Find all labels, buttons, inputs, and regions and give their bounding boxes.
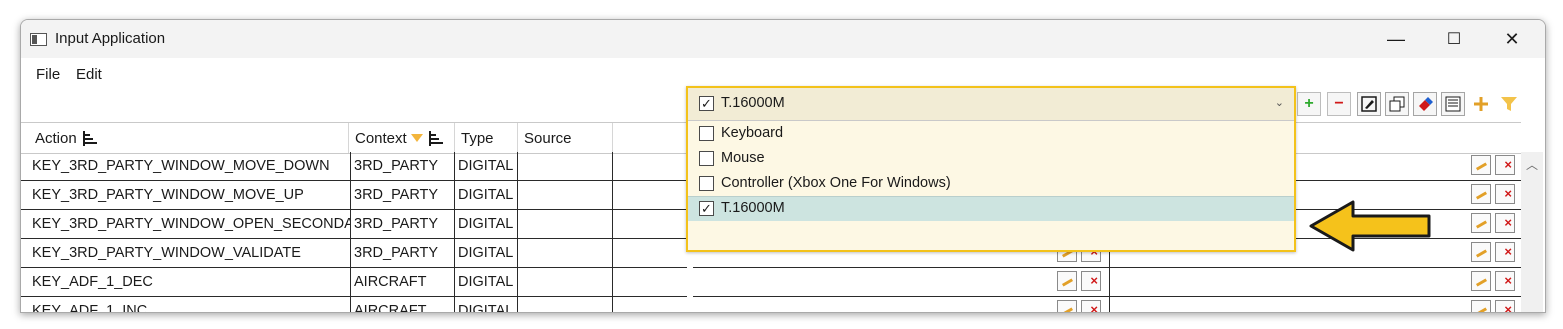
menu-edit[interactable]: Edit xyxy=(76,66,102,83)
edit-binding-icon[interactable] xyxy=(1057,300,1077,312)
header-source[interactable]: Source xyxy=(518,123,613,153)
cell-context[interactable]: 3RD_PARTY xyxy=(351,210,455,238)
minimize-button[interactable]: — xyxy=(1373,20,1419,58)
cell-context[interactable]: 3RD_PARTY xyxy=(351,152,455,180)
checkbox-icon[interactable]: ✓ xyxy=(699,201,714,216)
split-icon[interactable] xyxy=(1469,92,1493,116)
close-button[interactable]: ✕ xyxy=(1489,20,1535,58)
sort-icon[interactable] xyxy=(428,130,445,146)
device-option[interactable]: Controller (Xbox One For Windows) xyxy=(688,171,1294,196)
edit-binding-icon[interactable] xyxy=(1471,271,1491,291)
cell-source[interactable] xyxy=(518,152,613,180)
header-action[interactable]: Action xyxy=(21,123,349,153)
cell-source[interactable] xyxy=(518,297,613,312)
cell-context[interactable]: AIRCRAFT xyxy=(351,297,455,312)
cell-source[interactable] xyxy=(518,210,613,238)
menu-file[interactable]: File xyxy=(36,66,60,83)
table-row[interactable]: KEY_3RD_PARTY_WINDOW_MOVE_DOWN 3RD_PARTY… xyxy=(21,152,687,181)
edit-icon[interactable] xyxy=(1357,92,1381,116)
delete-binding-icon[interactable]: × xyxy=(1495,242,1515,262)
cell-action[interactable]: KEY_3RD_PARTY_WINDOW_VALIDATE xyxy=(29,239,351,267)
edit-binding-icon[interactable] xyxy=(1471,213,1491,233)
toolbar: + − xyxy=(1297,92,1545,120)
delete-binding-icon[interactable]: × xyxy=(1495,271,1515,291)
delete-binding-icon[interactable]: × xyxy=(1495,155,1515,175)
cell-action[interactable]: KEY_3RD_PARTY_WINDOW_MOVE_DOWN xyxy=(29,152,351,180)
list-icon[interactable] xyxy=(1441,92,1465,116)
binding-row[interactable]: × × xyxy=(693,297,1521,312)
cell-type[interactable]: DIGITAL xyxy=(455,239,518,267)
title-bar: Input Application — ☐ ✕ xyxy=(21,20,1545,58)
cell-source[interactable] xyxy=(518,181,613,209)
device-option-selected[interactable]: ✓ T.16000M xyxy=(688,196,1294,221)
edit-binding-icon[interactable] xyxy=(1471,300,1491,312)
copy-icon[interactable] xyxy=(1385,92,1409,116)
header-context-label: Context xyxy=(355,129,407,147)
device-option[interactable]: Keyboard xyxy=(688,121,1294,146)
sort-icon[interactable] xyxy=(82,130,99,146)
cell-source[interactable] xyxy=(518,239,613,267)
binding-row[interactable]: × × xyxy=(693,268,1521,297)
device-option-label: T.16000M xyxy=(721,200,785,216)
edit-binding-icon[interactable] xyxy=(1471,184,1491,204)
pointer-arrow-icon xyxy=(1309,200,1431,252)
app-window: Input Application — ☐ ✕ File Edit Action… xyxy=(20,19,1546,313)
edit-binding-icon[interactable] xyxy=(1471,155,1491,175)
add-icon[interactable]: + xyxy=(1297,92,1321,116)
device-option-label: Keyboard xyxy=(721,125,784,141)
actions-table-header: Action Context Type Source xyxy=(21,122,687,154)
table-row[interactable]: KEY_ADF_1_INC AIRCRAFT DIGITAL xyxy=(21,297,687,312)
cell-action[interactable]: KEY_ADF_1_INC xyxy=(29,297,351,312)
edit-binding-icon[interactable] xyxy=(1057,271,1077,291)
chevron-down-icon[interactable]: ⌄ xyxy=(1275,96,1284,109)
delete-binding-icon[interactable]: × xyxy=(1495,300,1515,312)
checkbox-icon[interactable] xyxy=(699,126,714,141)
header-action-label: Action xyxy=(35,129,77,147)
header-type-label: Type xyxy=(461,129,494,147)
device-selector[interactable]: ✓ T.16000M ⌄ Keyboard Mouse Controller (… xyxy=(686,86,1296,252)
checkbox-icon[interactable]: ✓ xyxy=(699,96,714,111)
device-selector-head[interactable]: ✓ T.16000M ⌄ xyxy=(688,88,1294,121)
delete-binding-icon[interactable]: × xyxy=(1081,300,1101,312)
cell-type[interactable]: DIGITAL xyxy=(455,152,518,180)
checkbox-icon[interactable] xyxy=(699,176,714,191)
device-option-label: Mouse xyxy=(721,150,765,166)
app-icon xyxy=(30,33,47,46)
device-option-label: Controller (Xbox One For Windows) xyxy=(721,175,951,191)
checkbox-icon[interactable] xyxy=(699,151,714,166)
table-row[interactable]: KEY_ADF_1_DEC AIRCRAFT DIGITAL xyxy=(21,268,687,297)
cell-type[interactable]: DIGITAL xyxy=(455,297,518,312)
header-source-label: Source xyxy=(524,129,572,147)
window-title: Input Application xyxy=(55,30,166,47)
eraser-icon[interactable] xyxy=(1413,92,1437,116)
table-row[interactable]: KEY_3RD_PARTY_WINDOW_MOVE_UP 3RD_PARTY D… xyxy=(21,181,687,210)
cell-action[interactable]: KEY_3RD_PARTY_WINDOW_OPEN_SECONDARY xyxy=(29,210,351,238)
scroll-up-icon[interactable]: ︿ xyxy=(1526,156,1538,173)
table-row[interactable]: KEY_3RD_PARTY_WINDOW_VALIDATE 3RD_PARTY … xyxy=(21,239,687,268)
delete-binding-icon[interactable]: × xyxy=(1495,213,1515,233)
filter-icon[interactable] xyxy=(410,134,423,142)
vertical-scrollbar[interactable]: ︿ xyxy=(1521,152,1543,312)
cell-type[interactable]: DIGITAL xyxy=(455,210,518,238)
cell-source[interactable] xyxy=(518,268,613,296)
edit-binding-icon[interactable] xyxy=(1471,242,1491,262)
header-type[interactable]: Type xyxy=(455,123,518,153)
device-option[interactable]: Mouse xyxy=(688,146,1294,171)
cell-action[interactable]: KEY_3RD_PARTY_WINDOW_MOVE_UP xyxy=(29,181,351,209)
device-selector-value: T.16000M xyxy=(721,95,785,111)
cell-action[interactable]: KEY_ADF_1_DEC xyxy=(29,268,351,296)
table-row[interactable]: KEY_3RD_PARTY_WINDOW_OPEN_SECONDARY 3RD_… xyxy=(21,210,687,239)
delete-binding-icon[interactable]: × xyxy=(1495,184,1515,204)
cell-context[interactable]: 3RD_PARTY xyxy=(351,181,455,209)
maximize-button[interactable]: ☐ xyxy=(1431,20,1477,58)
cell-context[interactable]: 3RD_PARTY xyxy=(351,239,455,267)
header-context[interactable]: Context xyxy=(349,123,455,153)
delete-binding-icon[interactable]: × xyxy=(1081,271,1101,291)
filter-icon[interactable] xyxy=(1497,92,1521,116)
cell-context[interactable]: AIRCRAFT xyxy=(351,268,455,296)
cell-type[interactable]: DIGITAL xyxy=(455,181,518,209)
remove-icon[interactable]: − xyxy=(1327,92,1351,116)
cell-type[interactable]: DIGITAL xyxy=(455,268,518,296)
